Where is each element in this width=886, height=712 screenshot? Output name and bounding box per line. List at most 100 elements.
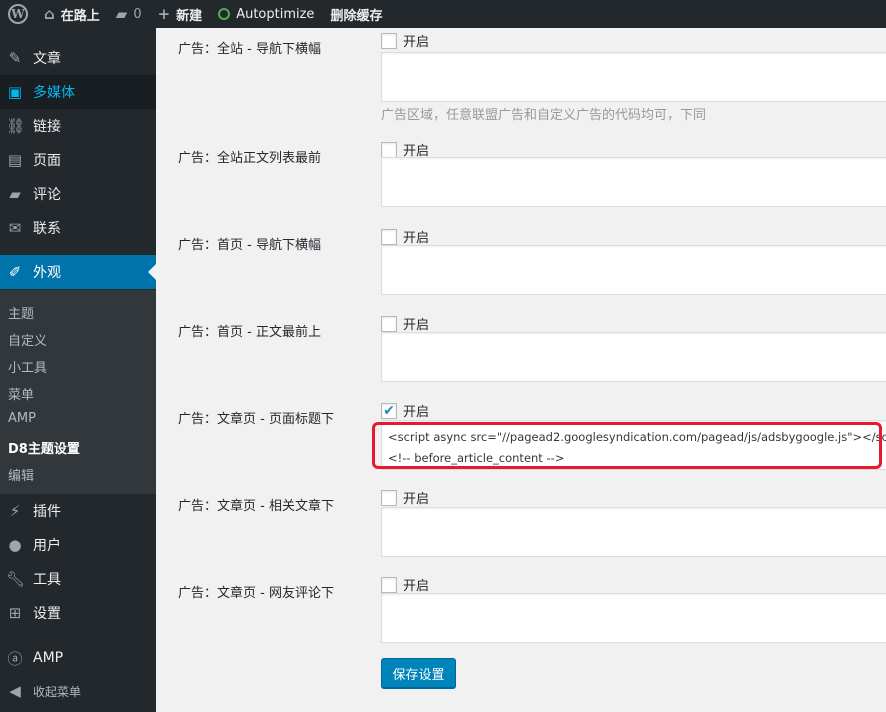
ad-code-textarea[interactable]: [381, 157, 886, 207]
menu-plugins[interactable]: ⚡ 插件: [0, 494, 156, 528]
checkbox[interactable]: [381, 315, 397, 332]
menu-appearance[interactable]: ✐ 外观: [0, 255, 156, 289]
submenu-menus[interactable]: 菜单: [8, 384, 34, 403]
menu-settings[interactable]: ⊞ 设置: [0, 596, 156, 630]
menu-label: 链接: [33, 119, 61, 135]
ad-slot-label: 广告：全站正文列表最前: [178, 151, 322, 166]
menu-label: 文章: [33, 51, 61, 67]
ad-slot-label: 广告：文章页 - 相关文章下: [178, 499, 334, 514]
checkbox[interactable]: [381, 141, 397, 158]
enable-label: 开启: [403, 318, 430, 333]
submenu-editor[interactable]: 编辑: [8, 465, 34, 484]
ad-slot-label: 广告：首页 - 导航下横幅: [178, 238, 321, 253]
ad-code-textarea[interactable]: [381, 507, 886, 557]
menu-media[interactable]: ▣ 多媒体: [0, 75, 156, 109]
ad-slot-label: 广告：文章页 - 网友评论下: [178, 586, 334, 601]
home-icon: ⌂: [44, 5, 55, 23]
ad-code-textarea[interactable]: [381, 52, 886, 102]
wrench-icon: 🔧︎: [6, 570, 26, 588]
autoptimize-label: Autoptimize: [236, 6, 315, 22]
user-icon: ●: [8, 536, 22, 554]
checkbox[interactable]: [381, 228, 397, 245]
appearance-submenu: 主题 自定义 小工具 菜单 AMP D8主题设置 编辑: [0, 290, 156, 494]
link-icon: ⛓: [6, 117, 26, 135]
menu-label: 设置: [33, 606, 61, 622]
menu-comments[interactable]: ▰ 评论: [0, 177, 156, 211]
amp-icon: ⓐ: [7, 649, 23, 668]
ad-code-textarea[interactable]: [381, 593, 886, 643]
admin-sidebar: ✎ 文章 ▣ 多媒体 ⛓ 链接 ▤ 页面 ▰ 评论 ✉ 联系 ✐ 外观 主题 自定义 小工具 …: [0, 28, 156, 712]
enable-label: 开启: [403, 35, 430, 50]
ad-code-textarea[interactable]: [381, 245, 886, 295]
ad-slot-label: 广告：全站 - 导航下横幅: [178, 42, 321, 57]
menu-label: 联系: [33, 221, 61, 237]
comments-link[interactable]: ▰ 0: [108, 0, 150, 28]
checkbox[interactable]: [381, 489, 397, 506]
enable-checkbox[interactable]: ✔ 开启: [381, 401, 429, 420]
comment-count: 0: [133, 6, 142, 22]
submenu-d8-settings[interactable]: D8主题设置: [8, 438, 80, 457]
plugin-icon: ⚡: [9, 502, 21, 520]
collapse-menu-button[interactable]: ◀ 收起菜单: [0, 674, 156, 708]
enable-checkbox[interactable]: 开启: [381, 488, 429, 507]
comment-icon: ▰: [115, 5, 128, 23]
status-circle-icon: [218, 8, 231, 20]
menu-label: 插件: [33, 504, 61, 520]
menu-label: 收起菜单: [33, 684, 82, 699]
menu-label: 用户: [33, 538, 61, 554]
hint-text: 广告区域，任意联盟广告和自定义广告的代码均可，下同: [381, 108, 707, 123]
checkbox[interactable]: [381, 32, 397, 49]
new-content-link[interactable]: + 新建: [150, 0, 211, 28]
admin-bar: W ⌂ 在路上 ▰ 0 + 新建 Autoptimize 删除缓存: [0, 0, 886, 28]
enable-checkbox[interactable]: 开启: [381, 31, 429, 50]
enable-label: 开启: [403, 492, 430, 507]
menu-label: 工具: [33, 572, 61, 588]
submenu-customize[interactable]: 自定义: [8, 330, 47, 349]
menu-amp[interactable]: ⓐ AMP: [0, 641, 156, 675]
site-name-link[interactable]: ⌂ 在路上: [36, 0, 108, 28]
save-settings-button[interactable]: 保存设置: [381, 658, 456, 688]
wordpress-icon: W: [8, 4, 28, 24]
mail-icon: ✉: [8, 219, 22, 237]
ad-slot-label: 广告：文章页 - 页面标题下: [178, 412, 334, 427]
menu-users[interactable]: ● 用户: [0, 528, 156, 562]
pin-icon: ✎: [8, 49, 22, 67]
menu-tools[interactable]: 🔧︎ 工具: [0, 562, 156, 596]
menu-label: 评论: [33, 187, 61, 203]
checkbox[interactable]: ✔: [381, 402, 397, 419]
menu-label: 页面: [33, 153, 61, 169]
enable-checkbox[interactable]: 开启: [381, 227, 429, 246]
enable-label: 开启: [403, 231, 430, 246]
plus-icon: +: [157, 5, 171, 23]
menu-links[interactable]: ⛓ 链接: [0, 109, 156, 143]
clear-cache-label: 删除缓存: [330, 8, 383, 24]
enable-label: 开启: [403, 579, 430, 594]
menu-contact[interactable]: ✉ 联系: [0, 211, 156, 245]
menu-label: 外观: [33, 265, 61, 281]
checkbox[interactable]: [381, 576, 397, 593]
clear-cache-link[interactable]: 删除缓存: [322, 0, 390, 28]
menu-posts[interactable]: ✎ 文章: [0, 41, 156, 75]
wordpress-logo-button[interactable]: W: [0, 0, 36, 28]
enable-checkbox[interactable]: 开启: [381, 575, 429, 594]
comment-icon: ▰: [9, 185, 21, 203]
ad-code-textarea[interactable]: [381, 332, 886, 382]
menu-label: 多媒体: [33, 85, 75, 101]
page-icon: ▤: [7, 151, 23, 169]
submenu-amp[interactable]: AMP: [8, 411, 36, 426]
brush-icon: ✐: [8, 263, 22, 281]
site-name: 在路上: [60, 8, 100, 24]
submenu-widgets[interactable]: 小工具: [8, 357, 47, 376]
menu-pages[interactable]: ▤ 页面: [0, 143, 156, 177]
ad-slot-label: 广告：首页 - 正文最前上: [178, 325, 321, 340]
menu-label: AMP: [33, 650, 64, 666]
highlight-annotation: [372, 422, 882, 469]
enable-checkbox[interactable]: 开启: [381, 314, 429, 333]
settings-icon: ⊞: [8, 604, 22, 622]
autoptimize-link[interactable]: Autoptimize: [210, 0, 322, 28]
new-label: 新建: [176, 8, 203, 24]
submenu-themes[interactable]: 主题: [8, 303, 34, 322]
enable-label: 开启: [403, 405, 430, 420]
collapse-icon: ◀: [9, 682, 21, 700]
media-icon: ▣: [7, 83, 23, 101]
